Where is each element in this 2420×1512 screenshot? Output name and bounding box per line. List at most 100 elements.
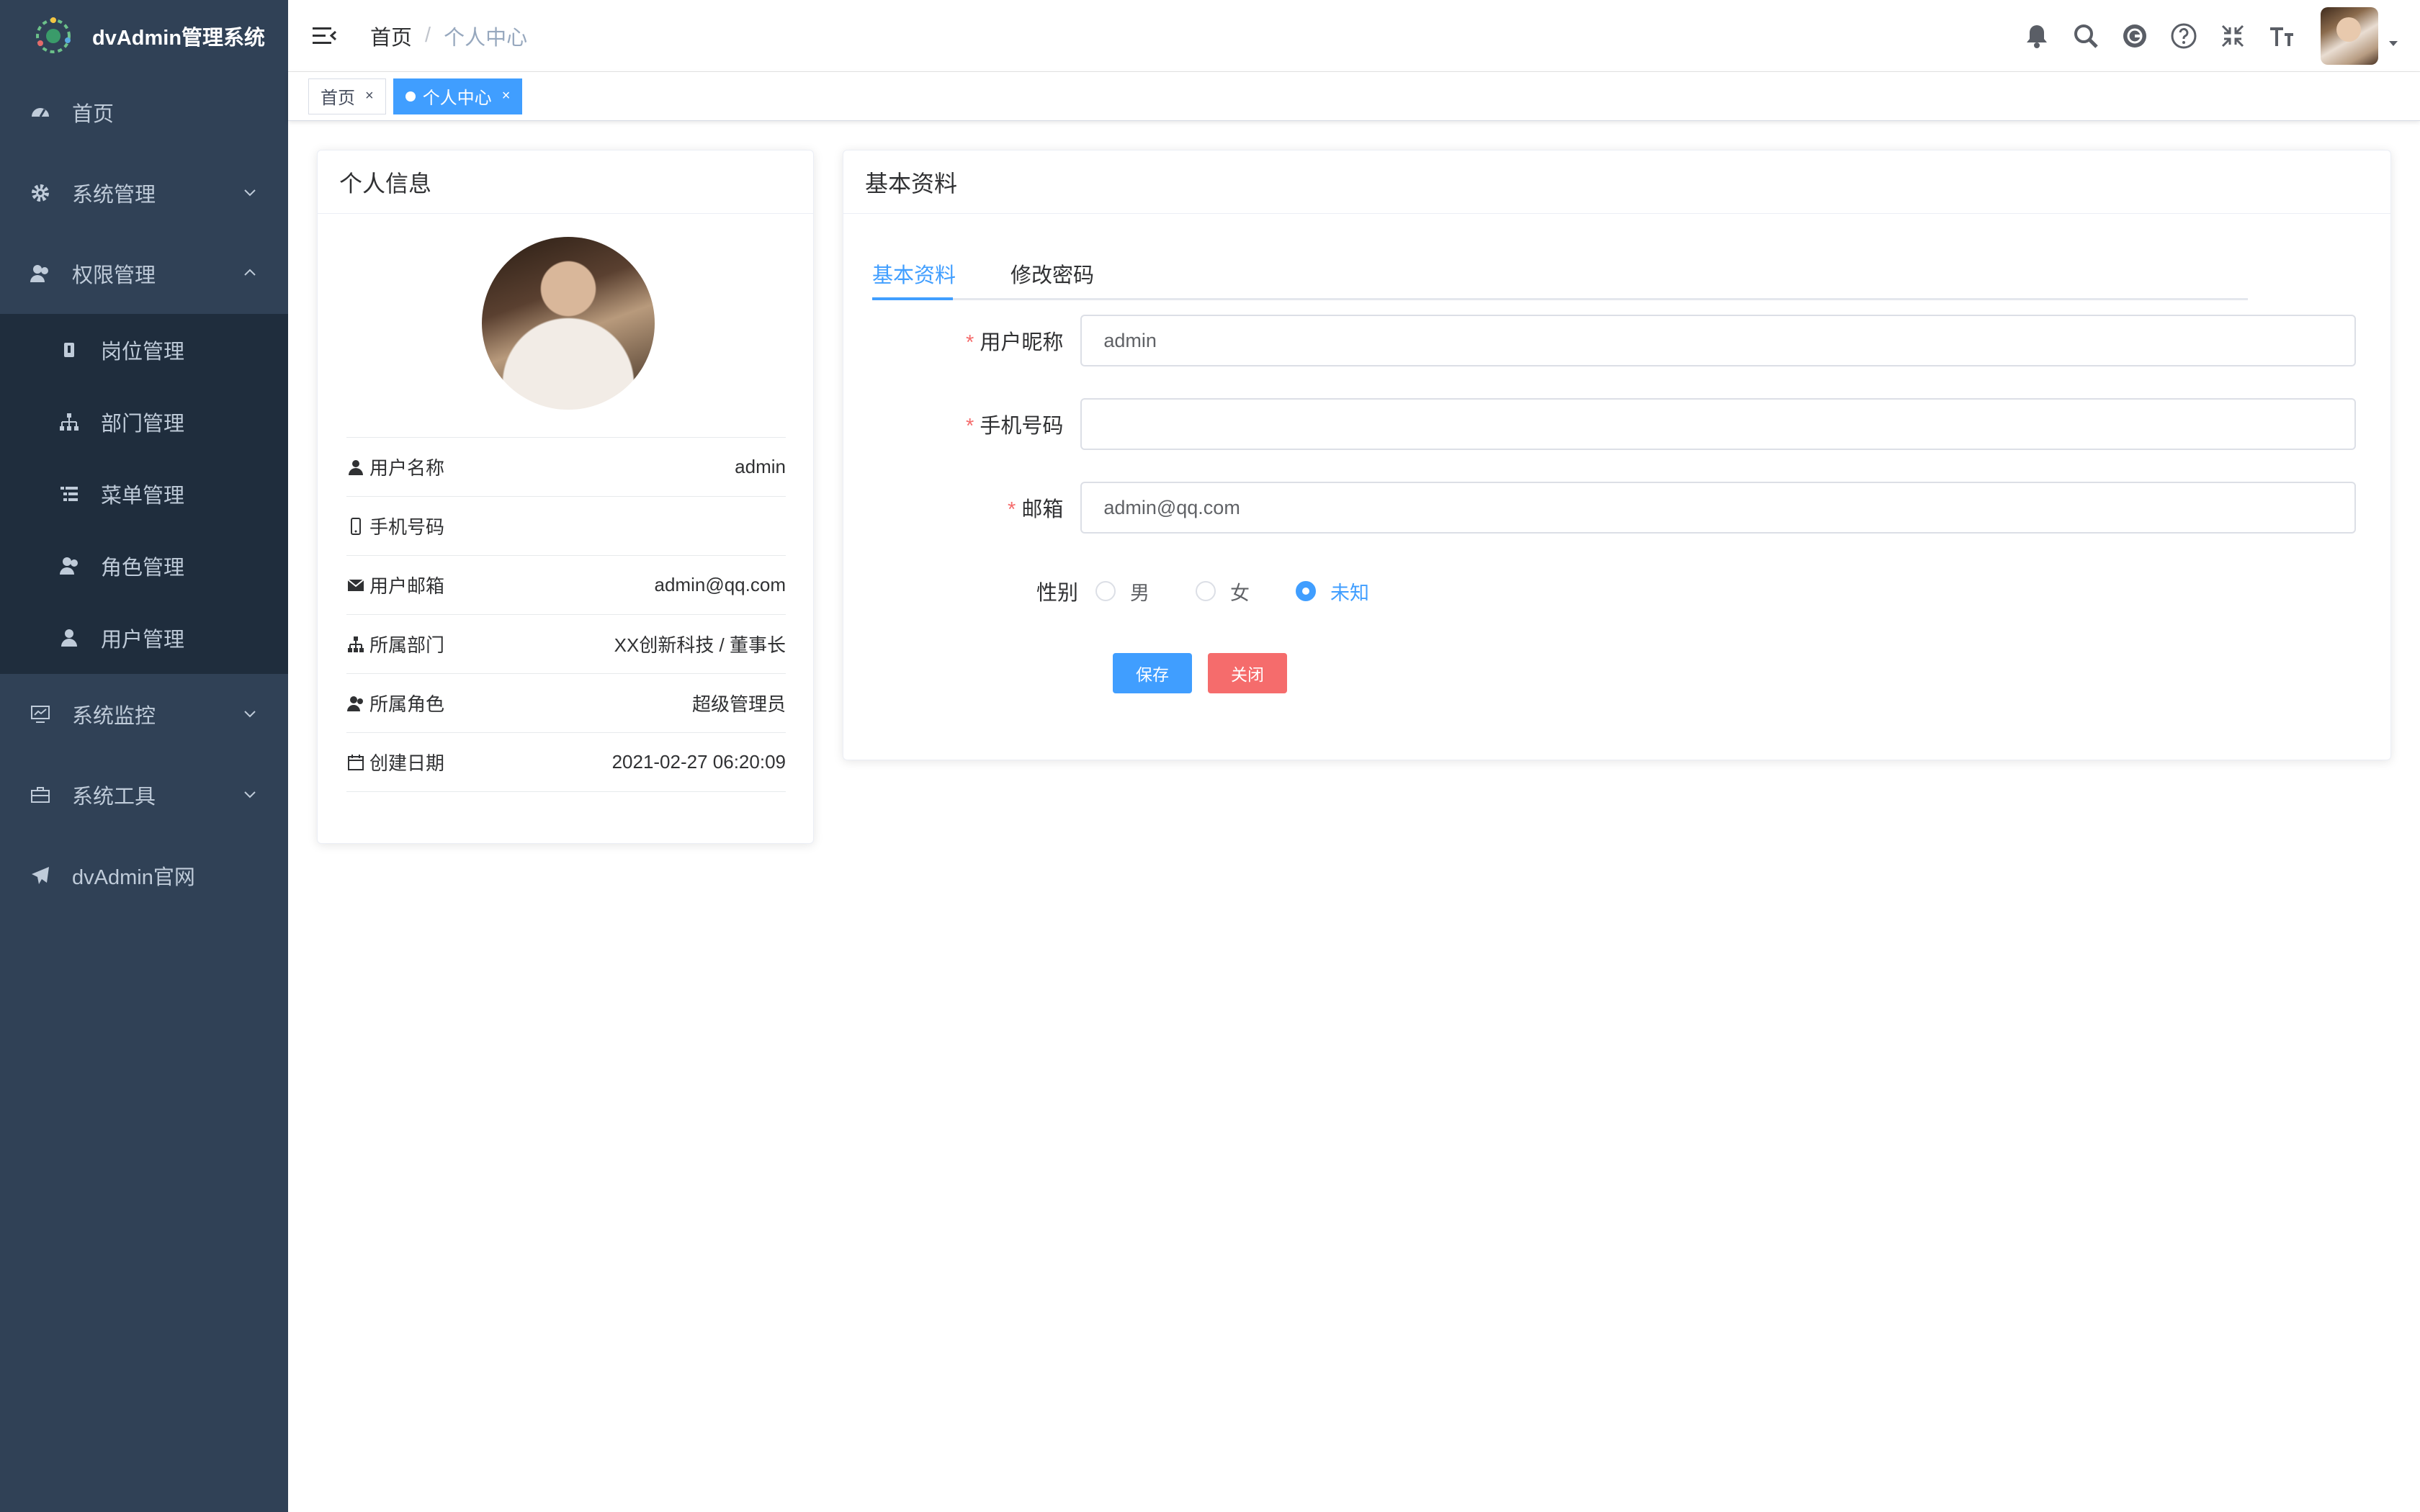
avatar[interactable] [2321, 7, 2378, 65]
form-row-gender: 性别 男 女 未知 [872, 565, 2356, 617]
save-button[interactable]: 保存 [1113, 653, 1192, 693]
sidebar-item-label: dvAdmin官网 [72, 866, 195, 889]
calendar-icon [348, 754, 364, 770]
info-label-text: 用户邮箱 [369, 575, 445, 597]
nickname-label-text: 用户昵称 [980, 331, 1064, 354]
email-input[interactable] [1080, 482, 2356, 534]
sidebar-item-monitor[interactable]: 系统监控 [0, 674, 288, 755]
close-icon[interactable]: × [502, 88, 511, 104]
gender-radio-male[interactable]: 男 [1095, 577, 1150, 606]
info-label-text: 手机号码 [369, 516, 445, 538]
tab-change-password[interactable]: 修改密码 [1010, 258, 1094, 289]
badge-icon [64, 343, 74, 357]
role-icon [60, 557, 78, 575]
info-row-role: 所属角色 超级管理员 [346, 674, 786, 733]
info-label-text: 所属角色 [369, 693, 445, 715]
tree-icon [348, 636, 364, 652]
sidebar-item-label: 权限管理 [72, 264, 156, 287]
search-icon[interactable] [2071, 22, 2100, 50]
gear-icon [32, 184, 49, 202]
nickname-input[interactable] [1080, 315, 2356, 366]
radio-circle[interactable] [1196, 581, 1216, 601]
tag-home[interactable]: 首页 × [308, 78, 386, 114]
envelope-icon [347, 578, 364, 591]
basic-info-card: 基本资料 基本资料 修改密码 *用户昵称 *手机号码 *邮箱 性别 男 [843, 150, 2391, 760]
email-label-text: 邮箱 [1021, 498, 1064, 521]
basic-info-card-title: 基本资料 [843, 150, 2390, 214]
info-label: 用户邮箱 [346, 572, 444, 598]
tab-basic-info[interactable]: 基本资料 [872, 258, 956, 289]
caret-down-icon[interactable] [2387, 37, 2400, 50]
navbar-right [2002, 0, 2400, 72]
info-label: 用户名称 [346, 454, 444, 480]
info-row-created: 创建日期 2021-02-27 06:20:09 [346, 733, 786, 792]
sidebar-item-system[interactable]: 系统管理 [0, 153, 288, 233]
radio-label: 未知 [1330, 582, 1369, 604]
tags-view: 首页 × 个人中心 × [288, 72, 2420, 121]
help-icon[interactable] [2169, 22, 2198, 50]
hamburger-icon[interactable] [311, 23, 337, 49]
profile-avatar[interactable] [482, 237, 655, 410]
info-label: 手机号码 [346, 513, 444, 539]
font-size-icon[interactable] [2267, 22, 2296, 50]
logo[interactable]: dvAdmin管理系统 [0, 0, 288, 72]
phone-label-text: 手机号码 [980, 415, 1064, 438]
radio-circle[interactable] [1296, 581, 1316, 601]
profile-card: 个人信息 用户名称 admin 手机号码 用户邮箱 admin@qq.com 所… [317, 150, 814, 844]
info-row-dept: 所属部门 XX创新科技 / 董事长 [346, 615, 786, 674]
form-row-email: * 邮箱 [872, 482, 2356, 534]
required-mark: * [1008, 498, 1016, 521]
github-icon[interactable] [2120, 22, 2149, 50]
sidebar-item-tools[interactable]: 系统工具 [0, 755, 288, 835]
paper-plane-icon [32, 867, 49, 884]
user-icon [61, 629, 77, 647]
exit-fullscreen-icon[interactable] [2218, 22, 2247, 50]
info-label-text: 所属部门 [369, 634, 445, 656]
basic-info-tabs: 基本资料 修改密码 [872, 244, 2248, 300]
sidebar-item-website[interactable]: dvAdmin官网 [0, 835, 288, 916]
sidebar-item-role[interactable]: 角色管理 [0, 530, 288, 602]
info-label-text: 创建日期 [369, 752, 445, 774]
sidebar-item-label: 系统工具 [72, 786, 156, 809]
info-value: 超级管理员 [691, 693, 786, 715]
breadcrumb-separator: / [425, 24, 431, 47]
info-value: admin@qq.com [654, 574, 786, 595]
close-icon[interactable]: × [365, 88, 374, 104]
sidebar-item-home[interactable]: 首页 [0, 72, 288, 153]
radio-label: 男 [1130, 582, 1150, 604]
tag-profile[interactable]: 个人中心 × [393, 78, 523, 114]
tag-label: 首页 [321, 89, 355, 108]
sidebar-item-label: 菜单管理 [101, 485, 185, 508]
sidebar-item-post[interactable]: 岗位管理 [0, 314, 288, 386]
dashboard-icon [32, 108, 49, 117]
gender-radio-unknown[interactable]: 未知 [1296, 577, 1369, 606]
breadcrumb-home[interactable]: 首页 [370, 21, 412, 51]
form-row-nickname: * 用户昵称 [872, 315, 2356, 366]
close-button[interactable]: 关闭 [1208, 653, 1287, 693]
breadcrumb-current: 个人中心 [444, 26, 528, 50]
sidebar-item-label: 首页 [72, 103, 115, 126]
sidebar-item-permission[interactable]: 权限管理 [0, 233, 288, 314]
info-label: 所属角色 [346, 690, 444, 716]
logo-text: dvAdmin管理系统 [92, 27, 266, 50]
sidebar-item-user[interactable]: 用户管理 [0, 602, 288, 674]
tab-active-indicator [872, 297, 953, 300]
info-row-username: 用户名称 admin [346, 438, 786, 497]
bell-icon[interactable] [2022, 22, 2051, 50]
sidebar-item-label: 用户管理 [101, 629, 185, 652]
form-row-phone: * 手机号码 [872, 398, 2356, 450]
info-label-text: 用户名称 [369, 457, 445, 479]
profile-info-list: 用户名称 admin 手机号码 用户邮箱 admin@qq.com 所属部门 X… [346, 437, 786, 792]
radio-circle[interactable] [1095, 581, 1116, 601]
users-icon [30, 265, 48, 282]
gender-radio-female[interactable]: 女 [1196, 577, 1250, 606]
breadcrumb: 首页 / 个人中心 [370, 21, 527, 51]
sidebar-item-menu[interactable]: 菜单管理 [0, 458, 288, 530]
sidebar-item-label: 系统监控 [72, 705, 156, 728]
sidebar-item-dept[interactable]: 部门管理 [0, 386, 288, 458]
gender-label: 性别 [1036, 582, 1078, 605]
info-label: 所属部门 [346, 631, 444, 657]
required-mark: * [966, 415, 974, 438]
tree-icon [60, 413, 79, 431]
phone-input[interactable] [1080, 398, 2356, 450]
